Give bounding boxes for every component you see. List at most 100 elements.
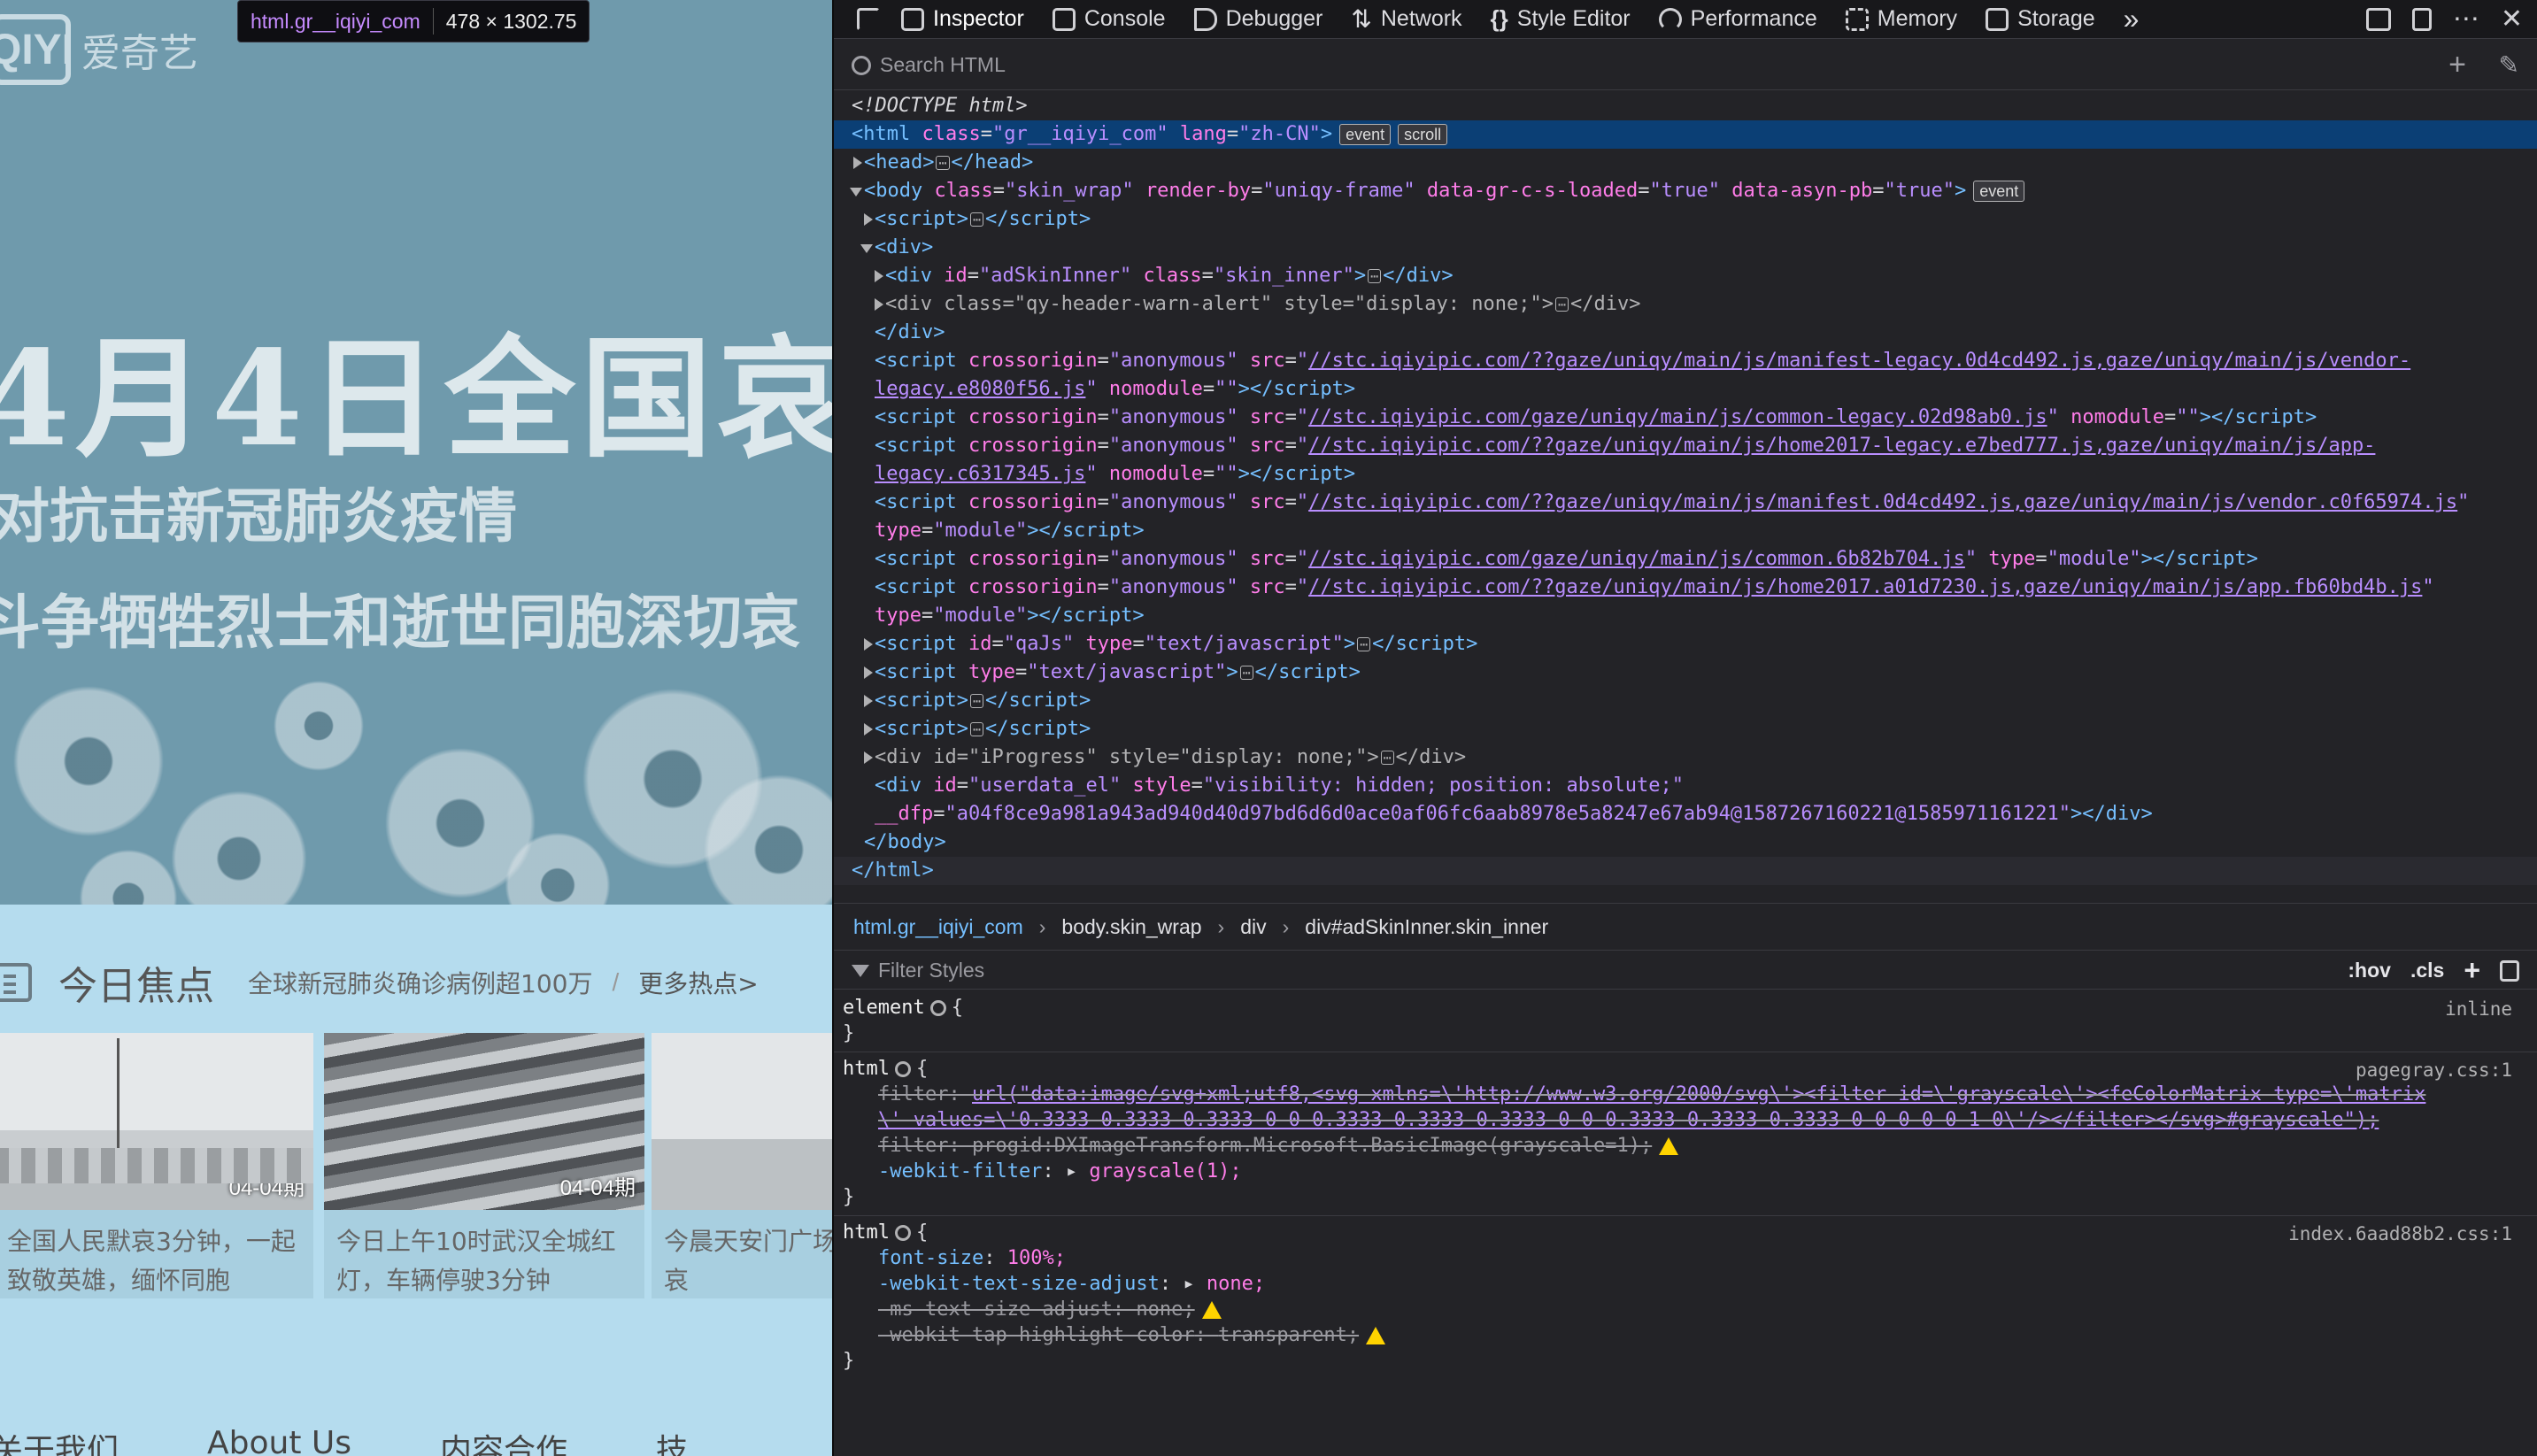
script-node[interactable]: <script crossorigin="anonymous" src="//s…: [834, 404, 2537, 432]
footer-link-about-en[interactable]: About Us: [207, 1425, 351, 1456]
script-node[interactable]: <script crossorigin="anonymous" src="//s…: [834, 545, 2537, 574]
element-picker-icon[interactable]: [850, 0, 887, 39]
script-node[interactable]: <script crossorigin="anonymous" src="//s…: [834, 347, 2537, 404]
event-badge[interactable]: event: [1339, 124, 1392, 145]
userdata-node[interactable]: <div id="userdata_el" style="visibility:…: [834, 772, 2537, 828]
tab-inspector[interactable]: Inspector: [887, 0, 1038, 39]
gear-icon[interactable]: [894, 1225, 911, 1241]
breadcrumb-div[interactable]: div: [1240, 915, 1266, 939]
script-node[interactable]: <script> ⋯ </script>: [834, 205, 2537, 234]
card-thumbnail: [652, 1033, 832, 1210]
banner-headline: 4月4日全国哀悼: [0, 321, 832, 475]
class-toggle[interactable]: .cls: [2410, 959, 2444, 982]
doctype-node[interactable]: <!DOCTYPE html>: [834, 92, 2537, 120]
list-icon: [0, 963, 32, 1002]
tab-console[interactable]: Console: [1038, 0, 1180, 39]
card-thumbnail: 04-04期: [0, 1033, 313, 1210]
dock-icon[interactable]: [2365, 7, 2391, 31]
responsive-icon[interactable]: [2411, 7, 2432, 31]
font-size-declaration[interactable]: font-size: 100%;: [843, 1245, 2528, 1271]
rule-source: inline: [2445, 998, 2512, 1020]
element-rule[interactable]: inline element{ }: [834, 991, 2537, 1052]
warn-alert-node[interactable]: <div class="qy-header-warn-alert" style=…: [834, 290, 2537, 319]
script-node[interactable]: <script> ⋯ </script>: [834, 687, 2537, 715]
warning-icon: [1659, 1137, 1679, 1155]
tab-debugger[interactable]: Debugger: [1180, 0, 1338, 39]
logo-text: 爱奇艺: [81, 31, 198, 76]
gear-icon[interactable]: [894, 1061, 911, 1077]
eyedropper-icon[interactable]: ✎: [2499, 50, 2519, 80]
body-close-node[interactable]: </body>: [834, 828, 2537, 857]
html-close-node[interactable]: </html>: [834, 857, 2537, 885]
print-media-icon[interactable]: [2500, 959, 2519, 982]
storage-icon: [1986, 7, 2009, 31]
page-preview: QIYI 爱奇艺 4月4日全国哀悼 对抗击新冠肺炎疫情 斗争牺牲烈士和逝世同胞深…: [0, 0, 832, 1456]
script-node[interactable]: <script crossorigin="anonymous" src="//s…: [834, 574, 2537, 630]
episode-badge: 04-04期: [228, 1176, 305, 1200]
chevron-double-right-icon: »: [2123, 3, 2140, 35]
element-highlight-tooltip: html.gr__iqiyi_com 478 × 1302.75: [237, 0, 590, 42]
filter-progid-declaration[interactable]: filter: progid:DXImageTransform.Microsof…: [843, 1133, 2528, 1159]
tap-highlight-declaration[interactable]: -webkit-tap-highlight-color: transparent…: [843, 1322, 2528, 1348]
more-hot-link[interactable]: 更多热点>: [638, 965, 758, 1000]
debugger-icon: [1193, 7, 1217, 31]
focus-card[interactable]: 04-04期 全国人民默哀3分钟，一起致敬英雄，缅怀同胞: [0, 1033, 313, 1298]
script-node[interactable]: <script> ⋯ </script>: [834, 715, 2537, 743]
tab-network[interactable]: ⇅ Network: [1337, 0, 1476, 39]
card-thumbnail: 04-04期: [324, 1033, 644, 1210]
index-html-rule[interactable]: index.6aad88b2.css:1 html{ font-size: 10…: [834, 1216, 2537, 1379]
focus-subtitle-link[interactable]: 全球新冠肺炎确诊病例超100万: [248, 965, 592, 1000]
scroll-badge[interactable]: scroll: [1398, 124, 1448, 145]
add-node-icon[interactable]: +: [2448, 48, 2466, 82]
banner-line-3: 斗争牺牲烈士和逝世同胞深切哀: [0, 589, 800, 657]
more-icon[interactable]: ⋯: [2453, 4, 2479, 35]
ms-text-size-adjust-declaration[interactable]: -ms-text-size-adjust: none;: [843, 1297, 2528, 1322]
pagegray-html-rule[interactable]: pagegray.css:1 html{ filter: url("data:i…: [834, 1052, 2537, 1216]
iqiyi-logo[interactable]: QIYI 爱奇艺: [0, 14, 198, 85]
highlight-tag: html.gr__iqiyi_com: [251, 9, 420, 33]
body-node[interactable]: <body class="skin_wrap" render-by="uniqy…: [834, 177, 2537, 205]
footer-link-more[interactable]: 技: [656, 1425, 688, 1456]
rule-source-link[interactable]: pagegray.css:1: [2356, 1058, 2512, 1083]
css-rules-view[interactable]: inline element{ } pagegray.css:1 html{ f…: [834, 991, 2537, 1456]
event-badge[interactable]: event: [1973, 181, 2025, 202]
footer-link-about[interactable]: 关于我们: [0, 1425, 119, 1456]
breadcrumb-ad-skin[interactable]: div#adSkinInner.skin_inner: [1305, 915, 1548, 939]
ad-skin-inner-node[interactable]: <div id="adSkinInner" class="skin_inner"…: [834, 262, 2537, 290]
tab-style-editor[interactable]: {} Style Editor: [1477, 0, 1645, 39]
tab-performance[interactable]: Performance: [1645, 0, 1831, 39]
qa-script-node[interactable]: <script id="qaJs" type="text/javascript"…: [834, 630, 2537, 659]
rule-source-link[interactable]: index.6aad88b2.css:1: [2288, 1221, 2512, 1247]
iprogress-node[interactable]: <div id="iProgress" style="display: none…: [834, 743, 2537, 772]
gear-icon[interactable]: [929, 1000, 946, 1016]
hover-state-toggle[interactable]: :hov: [2348, 959, 2391, 982]
filter-styles-input[interactable]: [878, 959, 1940, 982]
tab-overflow-button[interactable]: »: [2109, 0, 2154, 39]
script-node[interactable]: <script type="text/javascript"> ⋯ </script…: [834, 659, 2537, 687]
breadcrumb-body[interactable]: body.skin_wrap: [1061, 915, 1201, 939]
head-node[interactable]: <head> ⋯ </head>: [834, 149, 2537, 177]
breadcrumb: html.gr__iqiyi_com › body.skin_wrap › di…: [834, 903, 2537, 951]
div-close-node[interactable]: </div>: [834, 319, 2537, 347]
text-size-adjust-declaration[interactable]: -webkit-text-size-adjust: ▸ none;: [843, 1271, 2528, 1297]
div-node[interactable]: <div>: [834, 234, 2537, 262]
close-icon[interactable]: ✕: [2501, 4, 2523, 35]
tab-memory[interactable]: Memory: [1831, 0, 1971, 39]
focus-card[interactable]: 04-04期 今日上午10时武汉全城红灯，车辆停驶3分钟: [324, 1033, 644, 1298]
script-node[interactable]: <script crossorigin="anonymous" src="//s…: [834, 432, 2537, 489]
logo-mark: QIYI: [0, 14, 73, 85]
footer-link-cooperation[interactable]: 内容合作: [440, 1425, 567, 1456]
filter-declaration[interactable]: filter: url("data:image/svg+xml;utf8,<sv…: [843, 1082, 2528, 1133]
focus-card[interactable]: 今晨天安门广场哀: [652, 1033, 832, 1298]
html-node[interactable]: <html class="gr__iqiyi_com" lang="zh-CN"…: [834, 120, 2537, 149]
tab-storage[interactable]: Storage: [1971, 0, 2109, 39]
webkit-filter-declaration[interactable]: -webkit-filter: ▸ grayscale(1);: [843, 1159, 2528, 1184]
script-node[interactable]: <script crossorigin="anonymous" src="//s…: [834, 489, 2537, 545]
chevron-right-icon: ›: [1282, 914, 1290, 938]
footer-nav: 关于我们 About Us 内容合作 技: [0, 1425, 688, 1456]
add-rule-button[interactable]: +: [2464, 954, 2480, 987]
search-html-input[interactable]: [880, 53, 2385, 77]
markup-view[interactable]: <!DOCTYPE html> <html class="gr__iqiyi_c…: [834, 92, 2537, 885]
mourning-banner[interactable]: QIYI 爱奇艺 4月4日全国哀悼 对抗击新冠肺炎疫情 斗争牺牲烈士和逝世同胞深…: [0, 0, 832, 905]
breadcrumb-html[interactable]: html.gr__iqiyi_com: [853, 915, 1023, 939]
